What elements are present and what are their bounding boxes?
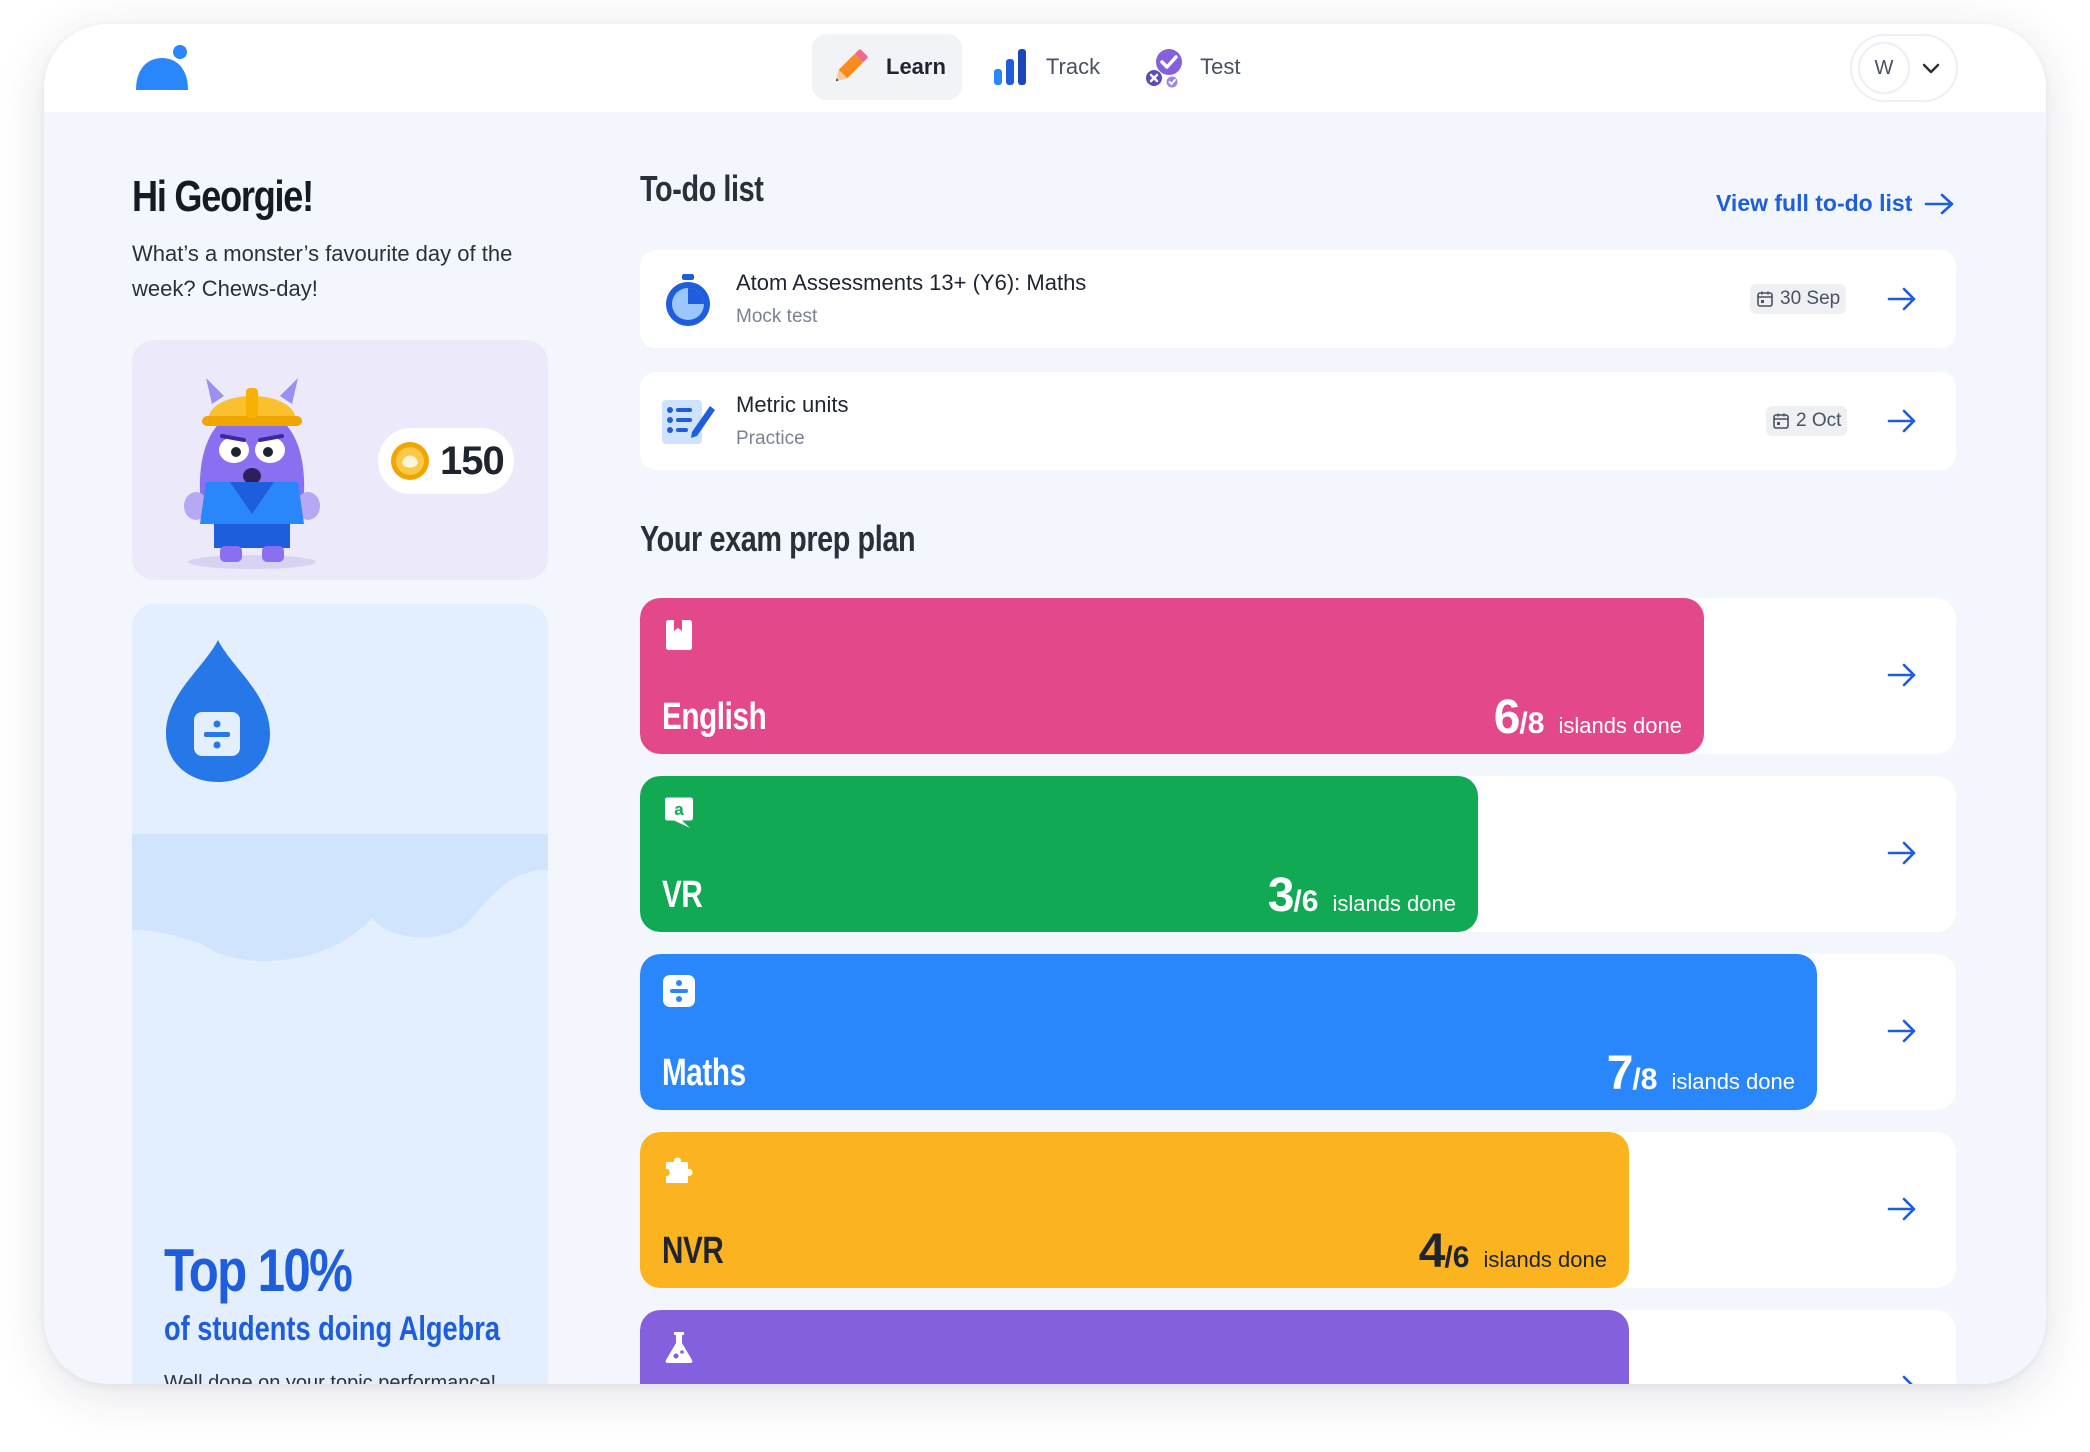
todo-subtitle: Practice bbox=[736, 428, 805, 449]
nav-learn-label: Learn bbox=[886, 54, 946, 79]
stat-headline: Top 10% bbox=[164, 1237, 353, 1304]
stat-subline: of students doing Algebra bbox=[164, 1310, 500, 1348]
todo-heading: To-do list bbox=[640, 168, 764, 209]
plan-islands-progress: 6 / 8 islands done bbox=[1493, 691, 1682, 744]
islands-done-label: islands done bbox=[1558, 713, 1682, 738]
cloud-decoration bbox=[132, 834, 548, 962]
arrow-right-icon[interactable] bbox=[1886, 1016, 1918, 1046]
flask-icon bbox=[665, 1332, 693, 1363]
arrow-right-icon[interactable] bbox=[1886, 660, 1918, 690]
plan-heading: Your exam prep plan bbox=[640, 518, 916, 559]
plan-row-maths[interactable]: Maths 7 / 8 islands done bbox=[640, 954, 1956, 1110]
todo-title: Atom Assessments 13+ (Y6): Maths bbox=[736, 270, 1087, 295]
plan-islands-progress: 7 / 8 islands done bbox=[1606, 1047, 1795, 1100]
bar-chart-icon bbox=[993, 49, 1026, 85]
coin-count: 150 bbox=[440, 438, 505, 483]
topic-performance-card[interactable]: Top 10% of students doing Algebra Well d… bbox=[132, 604, 548, 1384]
plan-subject-name: English bbox=[662, 696, 767, 738]
todo-title: Metric units bbox=[736, 392, 849, 417]
mascot-card[interactable]: 150 bbox=[132, 340, 548, 580]
view-full-todo-label: View full to-do list bbox=[1716, 190, 1913, 216]
islands-total-count: 8 bbox=[1527, 707, 1545, 740]
islands-done-label: islands done bbox=[1483, 1247, 1607, 1272]
plan-progress-fill bbox=[640, 1310, 1629, 1384]
arrow-right-icon[interactable] bbox=[1886, 1372, 1918, 1384]
islands-done-label: islands done bbox=[1671, 1069, 1795, 1094]
stat-note: Well done on your topic performance! bbox=[164, 1372, 497, 1384]
calendar-icon bbox=[1773, 413, 1789, 429]
plan-subject-name: Maths bbox=[662, 1052, 746, 1094]
islands-done-count: 3 bbox=[1267, 869, 1295, 922]
plan-progress-fill: English 6 / 8 islands done bbox=[640, 598, 1704, 754]
islands-total-count: 6 bbox=[1452, 1241, 1470, 1274]
greeting-joke: What’s a monster’s favourite day of the … bbox=[132, 241, 513, 301]
greeting-title: Hi Georgie! bbox=[132, 172, 314, 221]
due-date: 2 Oct bbox=[1796, 410, 1842, 431]
plan-islands-progress: 3 / 6 islands done bbox=[1267, 869, 1456, 922]
arrow-right-icon bbox=[1925, 193, 1954, 214]
plan-row-english[interactable]: English 6 / 8 islands done bbox=[640, 598, 1956, 754]
avatar: W bbox=[1858, 42, 1910, 94]
plan-row-nvr[interactable]: NVR 4 / 6 islands done bbox=[640, 1132, 1956, 1288]
divide-icon bbox=[663, 975, 695, 1007]
plan-row-science[interactable] bbox=[640, 1310, 1956, 1384]
plan-subject-name: VR bbox=[662, 874, 703, 916]
practice-list-icon bbox=[662, 400, 715, 444]
book-icon bbox=[666, 620, 692, 650]
calendar-icon bbox=[1757, 291, 1773, 307]
plan-islands-progress: 4 / 6 islands done bbox=[1418, 1225, 1607, 1278]
nav-learn[interactable]: Learn bbox=[812, 34, 962, 100]
arrow-right-icon[interactable] bbox=[1886, 1194, 1918, 1224]
svg-text:a: a bbox=[674, 800, 684, 819]
islands-done-label: islands done bbox=[1332, 891, 1456, 916]
due-date-badge: 2 Oct bbox=[1766, 406, 1848, 436]
nav-track-label: Track bbox=[1045, 54, 1101, 79]
app-window: Learn Track Test W Hi Georgie! What’s a … bbox=[44, 24, 2046, 1384]
monster-mascot-icon bbox=[184, 378, 320, 569]
test-check-icon bbox=[1146, 49, 1183, 88]
plan-progress-fill: Maths 7 / 8 islands done bbox=[640, 954, 1817, 1110]
islands-done-count: 7 bbox=[1606, 1047, 1634, 1100]
arrow-right-icon[interactable] bbox=[1886, 406, 1918, 436]
account-menu[interactable]: W bbox=[1850, 34, 1958, 102]
view-full-todo-link[interactable]: View full to-do list bbox=[1716, 190, 1956, 217]
main-nav: Learn Track Test bbox=[812, 34, 1256, 100]
arrow-right-icon[interactable] bbox=[1886, 838, 1918, 868]
app-logo[interactable] bbox=[132, 44, 192, 92]
plan-progress-fill: a VR 3 / 6 islands done bbox=[640, 776, 1478, 932]
nav-test-label: Test bbox=[1200, 54, 1241, 79]
chevron-down-icon bbox=[1922, 63, 1940, 74]
todo-item[interactable]: Metric units Practice 2 Oct bbox=[640, 372, 1956, 470]
plan-progress-fill: NVR 4 / 6 islands done bbox=[640, 1132, 1629, 1288]
plan-row-vr[interactable]: a VR 3 / 6 islands done bbox=[640, 776, 1956, 932]
due-date: 30 Sep bbox=[1780, 288, 1841, 309]
speech-a-icon: a bbox=[665, 797, 693, 828]
nav-test[interactable]: Test bbox=[1126, 34, 1256, 100]
maths-drop-icon bbox=[166, 640, 270, 782]
todo-subtitle: Mock test bbox=[736, 306, 818, 327]
islands-done-count: 6 bbox=[1493, 691, 1521, 744]
puzzle-icon bbox=[666, 1157, 693, 1183]
top-bar: Learn Track Test W bbox=[44, 24, 2046, 112]
plan-subject-name: NVR bbox=[662, 1230, 724, 1272]
islands-total-count: 6 bbox=[1301, 885, 1319, 918]
todo-item[interactable]: Atom Assessments 13+ (Y6): Maths Mock te… bbox=[640, 250, 1956, 348]
coin-balance: 150 bbox=[378, 428, 514, 494]
islands-done-count: 4 bbox=[1418, 1225, 1446, 1278]
nav-track[interactable]: Track bbox=[972, 34, 1116, 100]
arrow-right-icon[interactable] bbox=[1886, 284, 1918, 314]
pencil-icon bbox=[835, 49, 868, 82]
coin-icon bbox=[391, 442, 429, 480]
stopwatch-icon bbox=[666, 274, 710, 326]
islands-total-count: 8 bbox=[1640, 1063, 1658, 1096]
due-date-badge: 30 Sep bbox=[1750, 284, 1847, 314]
